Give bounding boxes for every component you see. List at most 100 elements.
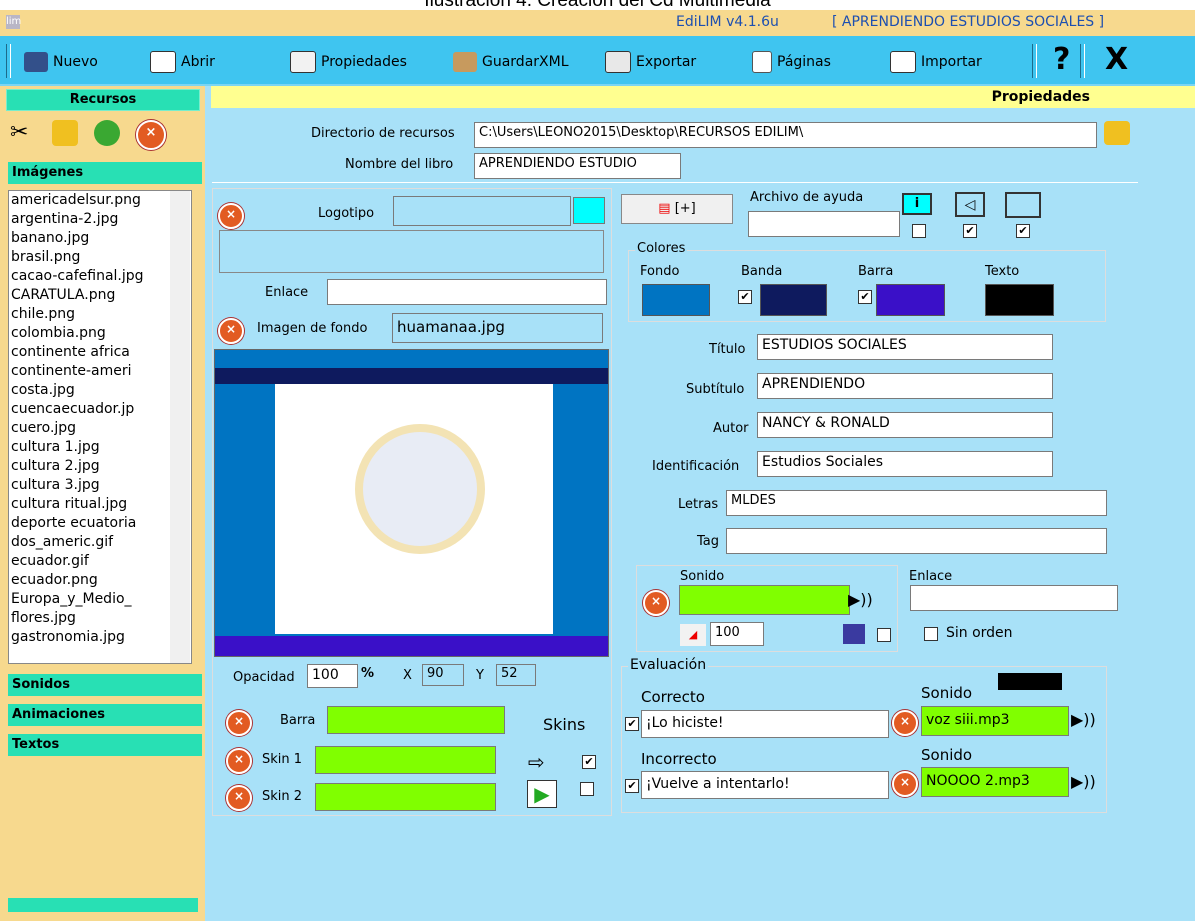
opacity-field[interactable]: 100 <box>307 664 358 688</box>
identification-field[interactable]: Estudios Sociales <box>757 451 1053 477</box>
list-item[interactable]: cultura ritual.jpg <box>9 495 191 514</box>
play-sound-icon[interactable]: ▶)) <box>848 590 873 609</box>
incorrect-sound-delete-button[interactable]: × <box>892 771 918 797</box>
barra-checkbox[interactable]: ✔ <box>858 290 872 304</box>
texto-swatch[interactable] <box>985 284 1054 316</box>
logo-delete-button[interactable]: × <box>218 203 244 229</box>
skin2-checkbox[interactable] <box>580 782 594 796</box>
no-order-checkbox[interactable] <box>924 627 938 641</box>
barra-swatch[interactable] <box>876 284 945 316</box>
list-item[interactable]: colombia.png <box>9 324 191 343</box>
list-item[interactable]: gastronomia.jpg <box>9 628 191 647</box>
sound-icon[interactable]: ◁ <box>955 192 985 217</box>
list-item[interactable]: cuero.jpg <box>9 419 191 438</box>
open-button[interactable]: Abrir <box>150 50 215 74</box>
help-file-field[interactable] <box>748 211 900 237</box>
x-field[interactable]: 90 <box>422 664 464 686</box>
list-item[interactable]: cacao-cafefinal.jpg <box>9 267 191 286</box>
folder-open-icon[interactable] <box>52 120 78 146</box>
help-button[interactable]: ? <box>1053 40 1070 77</box>
play-skin-button[interactable]: ▶ <box>527 780 557 808</box>
list-item[interactable]: costa.jpg <box>9 381 191 400</box>
pages-button[interactable]: Páginas <box>752 50 831 74</box>
list-item[interactable]: continente-ameri <box>9 362 191 381</box>
correct-field[interactable]: ¡Lo hiciste! <box>641 710 889 738</box>
bar-delete-button[interactable]: × <box>226 710 252 736</box>
author-field[interactable]: NANCY & RONALD <box>757 412 1053 438</box>
delete-icon[interactable]: × <box>136 120 166 150</box>
enlace-field[interactable] <box>327 279 607 305</box>
export-button[interactable]: Exportar <box>605 50 696 74</box>
skin2-field[interactable] <box>315 783 496 811</box>
eval-color-swatch[interactable] <box>998 673 1062 690</box>
skin1-delete-button[interactable]: × <box>226 748 252 774</box>
fondo-swatch[interactable] <box>642 284 710 316</box>
list-item[interactable]: dos_americ.gif <box>9 533 191 552</box>
play-incorrect-icon[interactable]: ▶)) <box>1071 772 1096 791</box>
link-field[interactable] <box>910 585 1118 611</box>
list-item[interactable]: ecuador.gif <box>9 552 191 571</box>
add-page-button[interactable]: ▤ [+] <box>621 194 733 224</box>
save-xml-button[interactable]: GuardarXML <box>453 50 569 74</box>
correct-sound-field[interactable]: voz siii.mp3 <box>921 706 1069 736</box>
list-item[interactable]: ecuador.png <box>9 571 191 590</box>
window-checkbox[interactable]: ✔ <box>1016 224 1030 238</box>
tab-imagenes[interactable]: Imágenes <box>8 162 202 184</box>
banda-swatch[interactable] <box>760 284 827 316</box>
bar-field[interactable] <box>327 706 505 734</box>
book-name-field[interactable]: APRENDIENDO ESTUDIO <box>474 153 681 179</box>
correct-checkbox[interactable]: ✔ <box>625 717 639 731</box>
info-checkbox[interactable] <box>912 224 926 238</box>
list-item[interactable]: chile.png <box>9 305 191 324</box>
list-item[interactable]: cultura 3.jpg <box>9 476 191 495</box>
banda-checkbox[interactable]: ✔ <box>738 290 752 304</box>
subtitle-field[interactable]: APRENDIENDO <box>757 373 1053 399</box>
list-item[interactable]: cultura 1.jpg <box>9 438 191 457</box>
sound-field[interactable] <box>679 585 850 615</box>
list-item[interactable]: argentina-2.jpg <box>9 210 191 229</box>
folder-open-icon[interactable] <box>1104 121 1130 145</box>
list-item[interactable]: Europa_y_Medio_ <box>9 590 191 609</box>
incorrect-field[interactable]: ¡Vuelve a intentarlo! <box>641 771 889 799</box>
title-field[interactable]: ESTUDIOS SOCIALES <box>757 334 1053 360</box>
skin1-checkbox[interactable]: ✔ <box>582 755 596 769</box>
import-button[interactable]: Importar <box>890 50 982 74</box>
list-item[interactable]: cuencaecuador.jp <box>9 400 191 419</box>
incorrect-checkbox[interactable]: ✔ <box>625 779 639 793</box>
skin2-delete-button[interactable]: × <box>226 785 252 811</box>
list-item[interactable]: flores.jpg <box>9 609 191 628</box>
background-field[interactable]: huamanaa.jpg <box>392 313 603 343</box>
skin1-field[interactable] <box>315 746 496 774</box>
sound-checkbox[interactable]: ✔ <box>963 224 977 238</box>
tab-textos[interactable]: Textos <box>8 734 202 756</box>
tools-icon[interactable]: ✂ <box>10 120 36 146</box>
incorrect-sound-field[interactable]: NOOOO 2.mp3 <box>921 767 1069 797</box>
play-correct-icon[interactable]: ▶)) <box>1071 710 1096 729</box>
logo-field[interactable] <box>393 196 571 226</box>
new-button[interactable]: Nuevo <box>24 50 98 74</box>
dir-field[interactable]: C:\Users\LEONO2015\Desktop\RECURSOS EDIL… <box>474 122 1097 148</box>
list-item[interactable]: brasil.png <box>9 248 191 267</box>
image-list-scrollbar[interactable] <box>170 191 190 663</box>
tab-animaciones[interactable]: Animaciones <box>8 704 202 726</box>
volume-field[interactable]: 100 <box>710 622 764 646</box>
list-item[interactable]: cultura 2.jpg <box>9 457 191 476</box>
properties-button[interactable]: Propiedades <box>290 50 407 74</box>
info-button[interactable]: i <box>902 193 932 215</box>
sound-delete-button[interactable]: × <box>643 590 669 616</box>
tab-sonidos[interactable]: Sonidos <box>8 674 202 696</box>
list-item[interactable]: banano.jpg <box>9 229 191 248</box>
list-item[interactable]: CARATULA.png <box>9 286 191 305</box>
image-list[interactable]: americadelsur.png argentina-2.jpg banano.j… <box>8 190 192 664</box>
logo-color-swatch[interactable] <box>573 197 605 224</box>
list-item[interactable]: americadelsur.png <box>9 191 191 210</box>
tag-field[interactable] <box>726 528 1107 554</box>
background-delete-button[interactable]: × <box>218 318 244 344</box>
shuffle-checkbox[interactable] <box>877 628 891 642</box>
correct-sound-delete-button[interactable]: × <box>892 710 918 736</box>
refresh-icon[interactable] <box>94 120 120 146</box>
letters-field[interactable]: MLDES <box>726 490 1107 516</box>
y-field[interactable]: 52 <box>496 664 536 686</box>
close-button[interactable]: X <box>1105 40 1128 77</box>
list-item[interactable]: continente africa <box>9 343 191 362</box>
